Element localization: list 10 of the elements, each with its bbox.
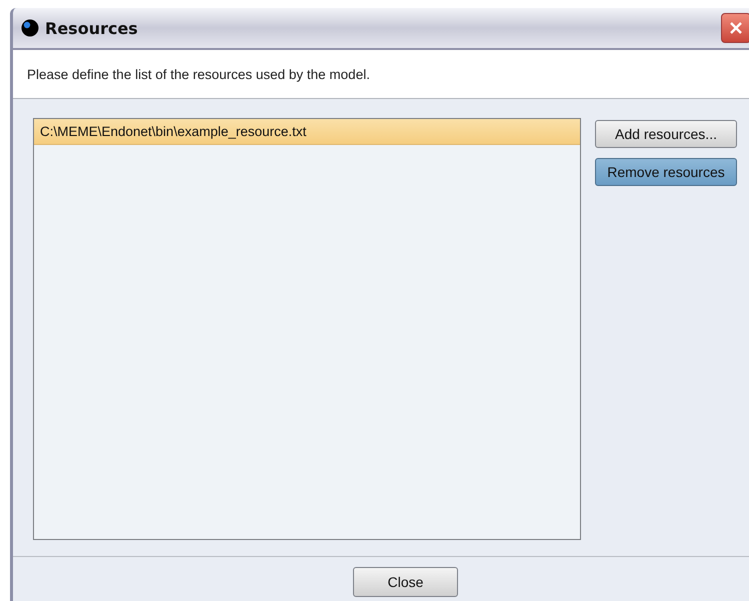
action-button[interactable]: Add resources... (595, 120, 737, 148)
resource-list[interactable]: C:\MEME\Endonet\bin\example_resource.txt (33, 118, 581, 540)
description-text: Please define the list of the resources used by the model. (27, 66, 370, 82)
app-icon (21, 19, 39, 37)
close-icon (729, 21, 743, 35)
close-dialog-button[interactable]: Close (353, 567, 458, 597)
window-title: Resources (45, 18, 138, 38)
close-button[interactable] (721, 13, 749, 43)
action-button[interactable]: Remove resources (595, 158, 737, 186)
list-item[interactable]: C:\MEME\Endonet\bin\example_resource.txt (34, 119, 580, 145)
